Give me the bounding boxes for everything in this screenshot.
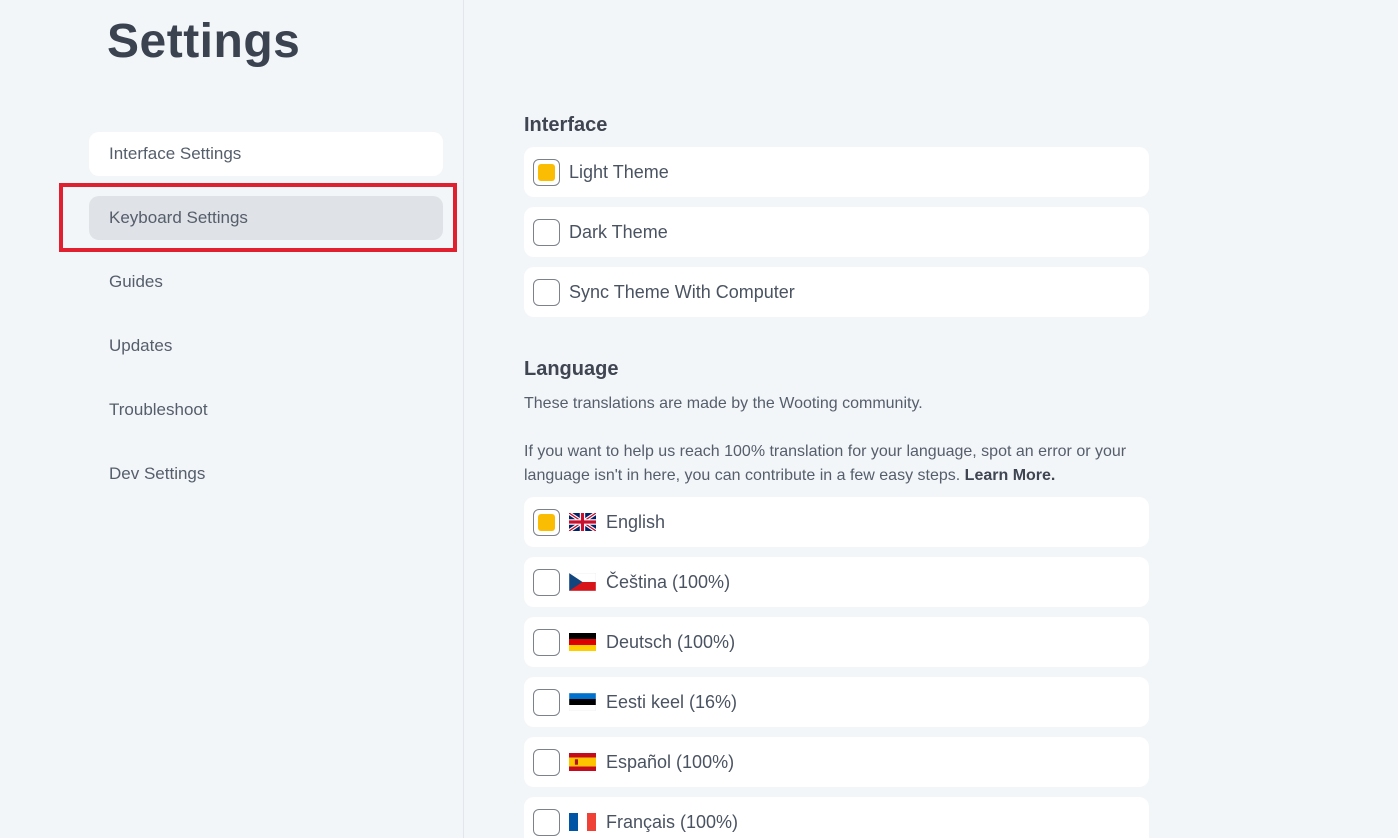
light-theme-option[interactable]: Light Theme: [524, 147, 1149, 197]
german-checkbox[interactable]: [533, 628, 560, 656]
option-label: Čeština (100%): [606, 571, 731, 592]
sidebar-item-keyboard-settings[interactable]: Keyboard Settings: [89, 196, 443, 240]
language-options: English Čeština (100%) Deutsch (100%) Ee…: [524, 497, 1149, 838]
dark-theme-option[interactable]: Dark Theme: [524, 207, 1149, 257]
page-title: Settings: [107, 15, 301, 68]
spanish-checkbox[interactable]: [533, 748, 560, 776]
sync-theme-checkbox[interactable]: [533, 278, 560, 306]
language-option-czech[interactable]: Čeština (100%): [524, 557, 1149, 607]
theme-options: Light Theme Dark Theme Sync Theme With C…: [524, 147, 1149, 327]
option-label: Español (100%): [606, 751, 735, 772]
sidebar-item-label: Guides: [109, 272, 163, 291]
language-option-german[interactable]: Deutsch (100%): [524, 617, 1149, 667]
german-flag-icon: [569, 633, 596, 651]
translations-note: These translations are made by the Wooti…: [524, 395, 923, 412]
learn-more-link[interactable]: Learn More.: [965, 467, 1056, 484]
sidebar-item-label: Keyboard Settings: [109, 208, 248, 227]
option-label: Light Theme: [569, 161, 669, 182]
english-checkbox[interactable]: [533, 508, 560, 536]
czech-flag-icon: [569, 573, 596, 591]
option-label: Dark Theme: [569, 221, 668, 242]
option-label: Eesti keel (16%): [606, 691, 738, 712]
checkbox-checked-mark: [538, 163, 555, 181]
option-label: English: [606, 511, 666, 532]
settings-sidebar: Settings Interface Settings Keyboard Set…: [0, 0, 464, 838]
contribute-note: If you want to help us reach 100% transl…: [524, 440, 1154, 488]
sidebar-item-guides[interactable]: Guides: [89, 260, 443, 304]
estonian-checkbox[interactable]: [533, 688, 560, 716]
language-option-english[interactable]: English: [524, 497, 1149, 547]
dark-theme-checkbox[interactable]: [533, 218, 560, 246]
spanish-flag-icon: [569, 753, 596, 771]
option-label: Français (100%): [606, 811, 739, 832]
estonian-flag-icon: [569, 693, 596, 711]
sidebar-item-updates[interactable]: Updates: [89, 324, 443, 368]
sidebar-item-troubleshoot[interactable]: Troubleshoot: [89, 388, 443, 432]
light-theme-checkbox[interactable]: [533, 158, 560, 186]
sidebar-item-label: Interface Settings: [109, 144, 242, 163]
sync-theme-option[interactable]: Sync Theme With Computer: [524, 267, 1149, 317]
language-description: These translations are made by the Wooti…: [524, 392, 1154, 488]
french-checkbox[interactable]: [533, 808, 560, 836]
settings-app: Settings Interface Settings Keyboard Set…: [0, 0, 1398, 838]
language-section-title: Language: [524, 358, 619, 380]
interface-section-title: Interface: [524, 114, 608, 136]
french-flag-icon: [569, 813, 596, 831]
language-option-estonian[interactable]: Eesti keel (16%): [524, 677, 1149, 727]
option-label: Sync Theme With Computer: [569, 281, 795, 302]
sidebar-item-interface-settings[interactable]: Interface Settings: [89, 132, 443, 176]
option-label: Deutsch (100%): [606, 631, 736, 652]
czech-checkbox[interactable]: [533, 568, 560, 596]
sidebar-item-dev-settings[interactable]: Dev Settings: [89, 452, 443, 496]
settings-nav: Interface Settings Keyboard Settings Gui…: [89, 132, 443, 516]
sidebar-item-label: Dev Settings: [109, 464, 206, 483]
uk-flag-icon: [569, 513, 596, 531]
sidebar-item-label: Troubleshoot: [109, 400, 208, 419]
sidebar-item-label: Updates: [109, 336, 173, 355]
language-option-french[interactable]: Français (100%): [524, 797, 1149, 838]
checkbox-checked-mark: [538, 513, 555, 531]
language-option-spanish[interactable]: Español (100%): [524, 737, 1149, 787]
